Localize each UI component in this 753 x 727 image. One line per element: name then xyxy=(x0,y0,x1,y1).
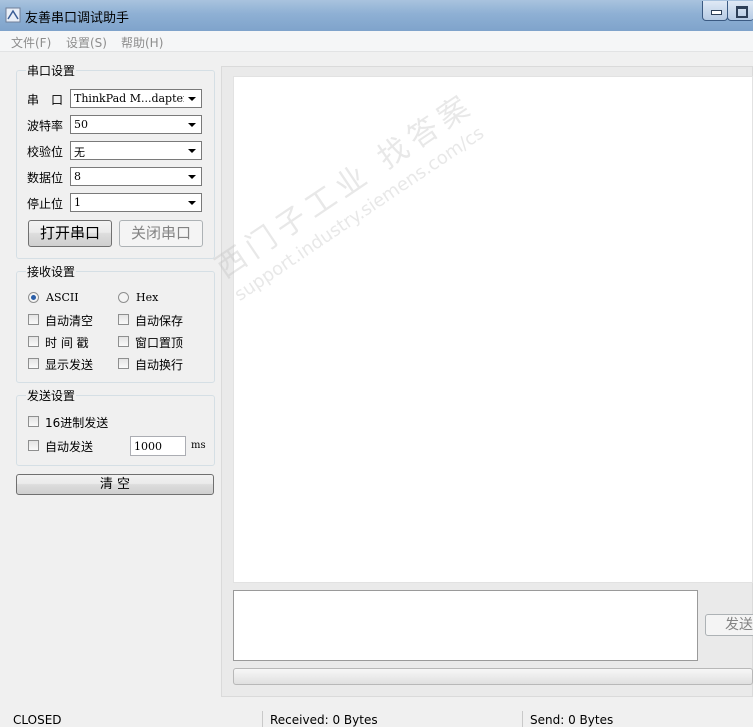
receive-settings-group: 接收设置 ASCII Hex 自动清空 自动保存 时 间 戳 窗口置顶 显示发送… xyxy=(16,263,215,383)
timestamp-checkbox[interactable] xyxy=(28,336,39,347)
show-send-label: 显示发送 xyxy=(45,358,94,372)
interval-unit: ms xyxy=(191,440,206,451)
send-settings-group: 发送设置 16进制发送 自动发送 1000 ms xyxy=(16,387,215,466)
baud-label: 波特率 xyxy=(27,119,64,133)
window-top-label: 窗口置顶 xyxy=(135,336,184,350)
hex-label: Hex xyxy=(136,291,159,304)
baud-value: 50 xyxy=(74,118,88,131)
window-top-checkbox[interactable] xyxy=(118,336,129,347)
databits-label: 数据位 xyxy=(27,171,64,185)
auto-save-checkbox[interactable] xyxy=(118,314,129,325)
maximize-icon xyxy=(736,6,748,18)
send-button[interactable]: 发送 xyxy=(705,614,753,636)
parity-select[interactable]: 无 xyxy=(70,141,202,160)
stopbits-select[interactable]: 1 xyxy=(70,193,202,212)
timestamp-label: 时 间 戳 xyxy=(45,336,89,350)
menu-settings[interactable]: 设置(S) xyxy=(66,34,107,51)
auto-send-label: 自动发送 xyxy=(45,440,94,454)
minimize-icon xyxy=(711,10,722,15)
chevron-down-icon xyxy=(188,97,196,101)
chevron-down-icon xyxy=(188,175,196,179)
auto-wrap-checkbox[interactable] xyxy=(118,358,129,369)
app-icon xyxy=(5,7,21,23)
menu-file[interactable]: 文件(F) xyxy=(11,34,51,51)
stopbits-label: 停止位 xyxy=(27,197,64,211)
parity-value: 无 xyxy=(74,146,85,159)
window-title: 友善串口调试助手 xyxy=(25,11,130,26)
auto-save-label: 自动保存 xyxy=(135,314,184,328)
port-select[interactable]: ThinkPad M...dapter xyxy=(70,89,202,108)
open-port-button[interactable]: 打开串口 xyxy=(28,220,112,247)
show-send-checkbox[interactable] xyxy=(28,358,39,369)
progress-bar xyxy=(233,668,753,685)
hex-send-checkbox[interactable] xyxy=(28,416,39,427)
stopbits-value: 1 xyxy=(74,196,81,209)
serial-settings-title: 串口设置 xyxy=(26,62,77,79)
hex-send-label: 16进制发送 xyxy=(45,416,109,430)
ascii-label: ASCII xyxy=(46,291,79,304)
chevron-down-icon xyxy=(188,123,196,127)
receive-settings-title: 接收设置 xyxy=(26,263,77,280)
chevron-down-icon xyxy=(188,149,196,153)
auto-send-checkbox[interactable] xyxy=(28,440,39,451)
minimize-button[interactable] xyxy=(702,1,728,21)
auto-clear-label: 自动清空 xyxy=(45,314,94,328)
auto-clear-checkbox[interactable] xyxy=(28,314,39,325)
serial-settings-group: 串口设置 串 口 ThinkPad M...dapter 波特率 50 校验位 … xyxy=(16,62,215,259)
maximize-button[interactable] xyxy=(727,1,753,21)
send-interval-value: 1000 xyxy=(134,440,162,453)
receive-textarea[interactable] xyxy=(233,76,753,583)
databits-value: 8 xyxy=(74,170,81,183)
connection-status: CLOSED xyxy=(13,713,62,727)
databits-select[interactable]: 8 xyxy=(70,167,202,186)
parity-label: 校验位 xyxy=(27,145,64,159)
send-textarea[interactable] xyxy=(233,590,698,661)
menu-bar: 文件(F) 设置(S) 帮助(H) xyxy=(0,31,753,52)
hex-radio[interactable] xyxy=(118,292,129,303)
ascii-radio[interactable] xyxy=(28,292,39,303)
send-interval-input[interactable]: 1000 xyxy=(130,436,186,456)
port-value: ThinkPad M...dapter xyxy=(74,92,184,105)
close-port-button[interactable]: 关闭串口 xyxy=(119,220,203,247)
send-settings-title: 发送设置 xyxy=(26,387,77,404)
auto-wrap-label: 自动换行 xyxy=(135,358,184,372)
clear-button[interactable]: 清 空 xyxy=(16,474,214,495)
title-bar: 友善串口调试助手 xyxy=(0,0,753,32)
status-divider xyxy=(262,711,263,727)
chevron-down-icon xyxy=(188,201,196,205)
port-label: 串 口 xyxy=(27,93,64,107)
send-count: Send: 0 Bytes xyxy=(530,713,614,727)
baud-select[interactable]: 50 xyxy=(70,115,202,134)
status-bar: CLOSED Received: 0 Bytes Send: 0 Bytes xyxy=(0,709,753,727)
menu-help[interactable]: 帮助(H) xyxy=(121,34,163,51)
received-count: Received: 0 Bytes xyxy=(270,713,378,727)
status-divider xyxy=(522,711,523,727)
